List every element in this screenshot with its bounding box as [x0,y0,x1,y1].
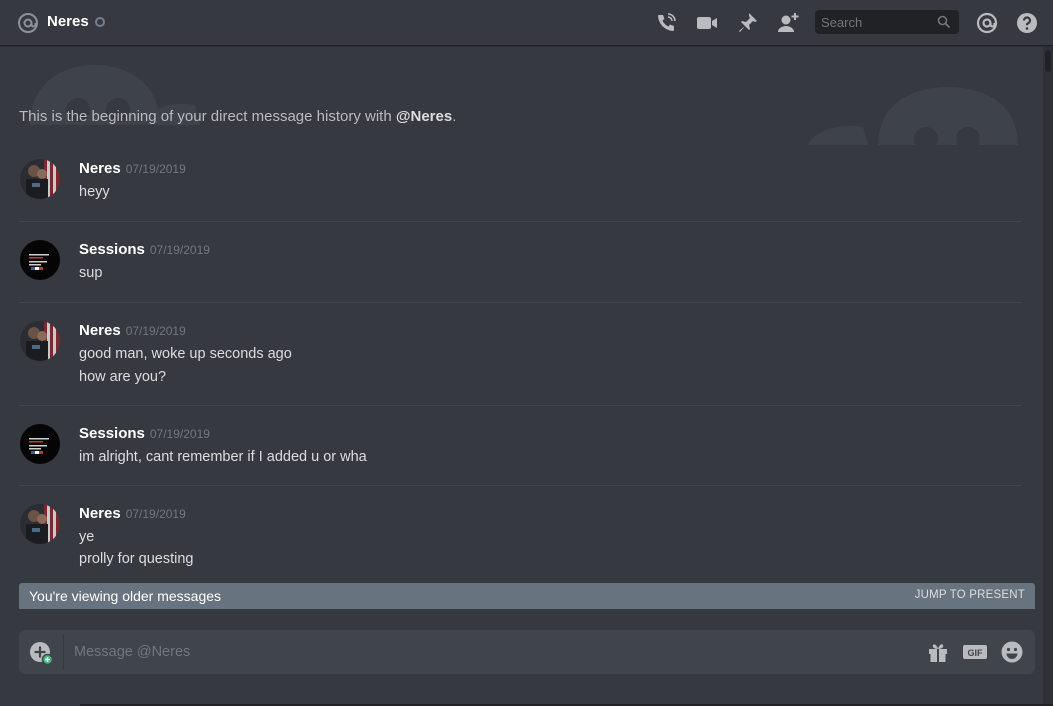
svg-text:GIF: GIF [968,648,984,658]
message-author[interactable]: Neres 07/19/2019 [79,160,186,177]
jump-to-present-button[interactable]: JUMP TO PRESENT [915,589,1025,601]
scrollbar-track[interactable] [1043,47,1053,706]
search-icon [937,15,951,29]
message-input[interactable] [74,630,914,674]
message-author[interactable]: Neres 07/19/2019 [79,505,186,522]
message-timestamp: 07/19/2019 [149,427,210,441]
avatar-sessions[interactable] [20,424,60,464]
add-friend-icon[interactable] [776,11,800,35]
avatar-sessions-image [20,424,60,464]
author-name[interactable]: Sessions [79,425,145,442]
channel-header: Neres [0,0,1053,46]
intro-mention[interactable]: @Neres [396,108,452,125]
wumpus-decoration-right [808,87,1018,145]
message-composer: GIF [19,630,1035,674]
message-content: prolly for questing [79,551,194,567]
upload-plus-icon[interactable] [29,641,53,665]
message-author[interactable]: Neres 07/19/2019 [79,322,186,339]
at-sign-icon [18,13,38,33]
message-author[interactable]: Sessions 07/19/2019 [79,425,210,442]
composer-separator [63,634,64,670]
message-divider [19,221,1022,222]
avatar-sessions-image [20,240,60,280]
message-timestamp: 07/19/2019 [125,324,186,338]
avatar-neres[interactable] [20,504,60,544]
message-divider [19,405,1022,406]
message-content: how are you? [79,369,167,385]
avatar-neres-image [20,321,60,361]
gift-icon[interactable] [926,640,950,664]
voice-call-icon[interactable] [654,11,678,35]
pinned-messages-icon[interactable] [735,11,759,35]
message-content: good man, woke up seconds ago [79,346,292,362]
video-call-icon[interactable] [695,11,719,35]
avatar-neres[interactable] [20,159,60,199]
help-icon[interactable] [1015,11,1039,35]
author-name[interactable]: Neres [79,505,121,522]
avatar-neres-image [20,504,60,544]
search-box[interactable] [815,10,959,34]
message-list[interactable]: This is the beginning of your direct mes… [0,47,1043,577]
message-author[interactable]: Sessions 07/19/2019 [79,241,210,258]
author-name[interactable]: Neres [79,322,121,339]
message-divider [19,302,1022,303]
scrollbar-thumb[interactable] [1045,50,1051,72]
message-content: im alright, cant remember if I added u o… [79,449,367,465]
message-content: sup [79,265,103,281]
message-timestamp: 07/19/2019 [125,507,186,521]
mentions-icon[interactable] [975,11,999,35]
message-divider [19,485,1022,486]
older-messages-text: You're viewing older messages [29,588,222,604]
avatar-neres[interactable] [20,321,60,361]
message-timestamp: 07/19/2019 [149,243,210,257]
search-input[interactable] [815,10,935,34]
emoji-icon[interactable] [1000,640,1024,664]
intro-end: . [452,108,457,125]
author-name[interactable]: Neres [79,160,121,177]
status-offline-icon [95,17,105,27]
intro-text: This is the beginning of your direct mes… [19,108,396,125]
gif-icon[interactable]: GIF [962,640,988,664]
message-timestamp: 07/19/2019 [125,162,186,176]
avatar-sessions[interactable] [20,240,60,280]
author-name[interactable]: Sessions [79,241,145,258]
avatar-neres-image [20,159,60,199]
message-content: ye [79,529,95,545]
dm-history-intro: This is the beginning of your direct mes… [19,108,456,125]
older-messages-bar: You're viewing older messages JUMP TO PR… [19,583,1035,609]
channel-title: Neres [47,13,89,30]
message-content: heyy [79,184,110,200]
